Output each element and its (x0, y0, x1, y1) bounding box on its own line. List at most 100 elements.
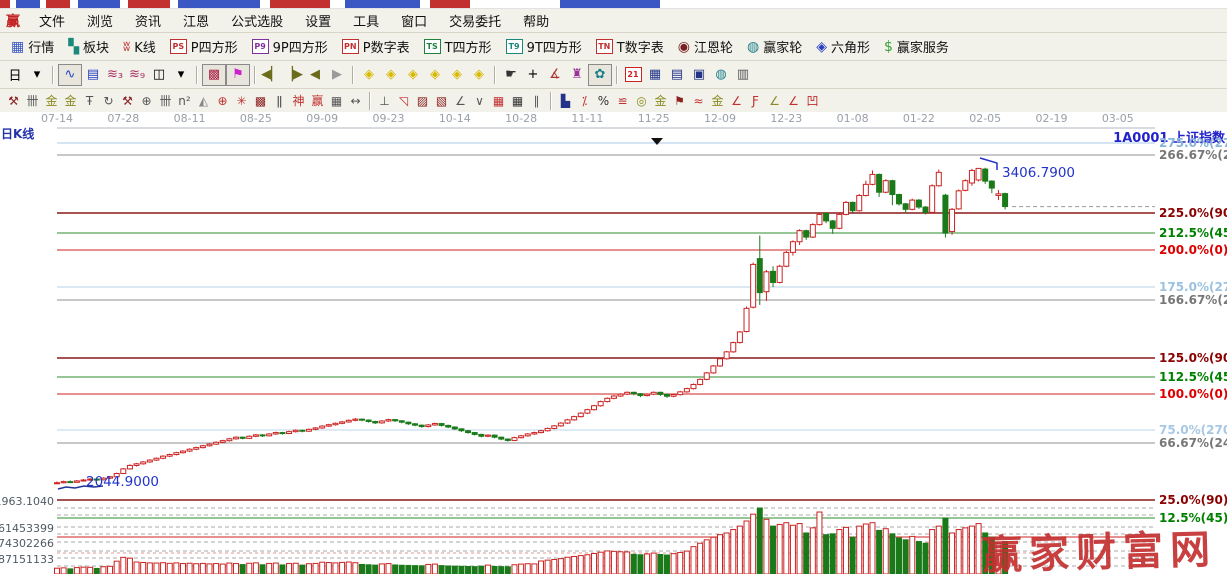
stat-columns-icon[interactable]: ▙ (556, 92, 575, 109)
menu-item-6[interactable]: 工具 (342, 9, 390, 32)
parallel-lines-icon[interactable]: ∥ (527, 92, 546, 109)
trend-line-icon[interactable]: ∠ (451, 92, 470, 109)
note-pad-icon[interactable]: ▤ (82, 65, 104, 85)
gann-circle-icon[interactable]: ⊕ (213, 92, 232, 109)
shen-tool-icon[interactable]: 神 (289, 92, 308, 109)
gold-lines-icon[interactable]: 金 (651, 92, 670, 109)
menu-item-8[interactable]: 交易委托 (438, 9, 512, 32)
gann-star-icon[interactable]: ✳ (232, 92, 251, 109)
diamond-expand-icon[interactable]: ◈ (446, 65, 468, 85)
cloud-tool-icon[interactable]: ✿ (588, 64, 612, 86)
toolbar-button-9t-square[interactable]: T99T四方形 (499, 36, 589, 57)
volume-bar (214, 564, 219, 574)
menu-item-2[interactable]: 资讯 (124, 9, 172, 32)
menu-item-7[interactable]: 窗口 (390, 9, 438, 32)
jump-last-icon[interactable]: ▕▶ (282, 65, 304, 85)
percent-fall-icon[interactable]: ⁒ (575, 92, 594, 109)
toolbar-button-quotes[interactable]: ▦行情 (4, 36, 61, 57)
step-forward-icon[interactable]: ▶ (326, 65, 348, 85)
wave-band-icon[interactable]: ≈ (689, 92, 708, 109)
toolbar-button-gann-wheel[interactable]: ◉江恩轮 (671, 36, 740, 57)
gold-gann-1-icon[interactable]: 金 (42, 92, 61, 109)
brush-knife-icon[interactable]: ⚒ (118, 92, 137, 109)
angle-j-icon[interactable]: ∠ (727, 92, 746, 109)
print-icon[interactable]: ▥ (732, 65, 754, 85)
color-flag-icon[interactable]: ⚑ (226, 64, 250, 86)
hand-tool-icon[interactable]: ☛ (500, 65, 522, 85)
toolbar-button-p-square[interactable]: PSP四方形 (163, 36, 245, 57)
wave-9-icon[interactable]: ≋₉ (126, 65, 148, 85)
gann-box-icon[interactable]: ▩ (251, 92, 270, 109)
menu-item-4[interactable]: 公式选股 (220, 9, 294, 32)
grid-red-icon[interactable]: ▦ (489, 92, 508, 109)
width-measure-icon[interactable]: ↔ (346, 92, 365, 109)
candle-tool-icon[interactable]: ◫ (148, 65, 170, 85)
angle-gold-icon[interactable]: ∠ (765, 92, 784, 109)
calculator-icon[interactable]: ▦ (644, 65, 666, 85)
brush-flag-icon[interactable]: ⚑ (670, 92, 689, 109)
angle-shen-icon[interactable]: ∠ (784, 92, 803, 109)
candle-dropdown-arrow-icon[interactable]: ▾ (170, 65, 192, 85)
toolbar-button-t-table[interactable]: TNT数字表 (589, 36, 671, 57)
toolbar-button-9p-square[interactable]: P99P四方形 (245, 36, 335, 57)
jump-first-icon[interactable]: ◀▏ (260, 65, 282, 85)
period-day-icon[interactable]: 日 (4, 65, 26, 85)
kline-chart-canvas[interactable]: 07-1407-2808-1108-2509-0909-2310-1410-28… (0, 112, 1227, 574)
step-back-icon[interactable]: ◀ (304, 65, 326, 85)
percent-lines-icon[interactable]: ≌ (613, 92, 632, 109)
toolbar-button-winner-wheel[interactable]: ◍赢家轮 (740, 36, 809, 57)
diamond-horizontal-icon[interactable]: ◈ (402, 65, 424, 85)
zigzag-line-icon[interactable]: ∨ (470, 92, 489, 109)
period-dropdown-arrow-icon[interactable]: ▾ (26, 65, 48, 85)
toolbar-button-hexagon[interactable]: ◈六角形 (809, 36, 877, 57)
gold-gann-2-icon[interactable]: 金 (61, 92, 80, 109)
toolbar-button-p-table[interactable]: PNP数字表 (335, 36, 417, 57)
cycle-circle-icon[interactable]: ⊕ (137, 92, 156, 109)
diamond-move-icon[interactable]: ◈ (468, 65, 490, 85)
pattern-box-icon[interactable]: ▩ (202, 64, 226, 86)
gold-circle-icon[interactable]: ◎ (632, 92, 651, 109)
menu-item-3[interactable]: 江恩 (172, 9, 220, 32)
gold-line-2-icon[interactable]: 金 (708, 92, 727, 109)
toolbar-button-winner-service[interactable]: $赢家服务 (877, 36, 956, 57)
ruler-ticks-2-icon[interactable]: 卌 (156, 92, 175, 109)
grid-123-icon[interactable]: ▦ (327, 92, 346, 109)
pen-knife-icon[interactable]: ⚒ (4, 92, 23, 109)
save-icon[interactable]: ▣ (688, 65, 710, 85)
calendar-icon[interactable]: 21 (622, 65, 644, 85)
toolbar-button-kline[interactable]: ʬK线 (116, 36, 163, 57)
spiral-icon[interactable]: ↻ (99, 92, 118, 109)
grid-dark-icon[interactable]: ▦ (508, 92, 527, 109)
ruler-ticks-icon[interactable]: 卌 (23, 92, 42, 109)
menu-item-9[interactable]: 帮助 (512, 9, 560, 32)
n-square-icon[interactable]: n² (175, 92, 194, 109)
toolbar-button-t-square[interactable]: TST四方形 (417, 36, 499, 57)
ying-tool-icon[interactable]: 赢 (308, 92, 327, 109)
rect-gate-icon[interactable]: ⊥ (375, 92, 394, 109)
diary-icon[interactable]: ▤ (666, 65, 688, 85)
kline-chart-area[interactable]: 07-1407-2808-1108-2509-0909-2310-1410-28… (0, 112, 1227, 574)
diamond-left-icon[interactable]: ◈ (358, 65, 380, 85)
crosshair-tool-icon[interactable]: + (522, 65, 544, 85)
menu-item-0[interactable]: 文件 (28, 9, 76, 32)
diamond-right-icon[interactable]: ◈ (380, 65, 402, 85)
angle-tool-icon[interactable]: ∡ (544, 65, 566, 85)
diamond-vertical-icon[interactable]: ◈ (424, 65, 446, 85)
menu-item-5[interactable]: 设置 (294, 9, 342, 32)
percent-icon[interactable]: % (594, 92, 613, 109)
fan-lines-icon[interactable]: ◹ (394, 92, 413, 109)
wave-3-icon[interactable]: ≋₃ (104, 65, 126, 85)
angle-f-icon[interactable]: Ƒ (746, 92, 765, 109)
shaded-box-icon[interactable]: ▧ (432, 92, 451, 109)
mirror-angle-icon[interactable]: ◭ (194, 92, 213, 109)
volume-bar (267, 563, 272, 574)
menu-item-1[interactable]: 浏览 (76, 9, 124, 32)
pagoda-tool-icon[interactable]: ♜ (566, 65, 588, 85)
angle-box-icon[interactable]: 凹 (803, 92, 822, 109)
f-ruler-icon[interactable]: Ŧ (80, 92, 99, 109)
toolbar-button-sectors[interactable]: ▚板块 (61, 36, 116, 57)
shaded-fan-icon[interactable]: ▨ (413, 92, 432, 109)
gann-tools-icon[interactable]: ∿ (58, 64, 82, 86)
kline-mark-icon[interactable]: ǁ (270, 92, 289, 109)
web-export-icon[interactable]: ◍ (710, 65, 732, 85)
